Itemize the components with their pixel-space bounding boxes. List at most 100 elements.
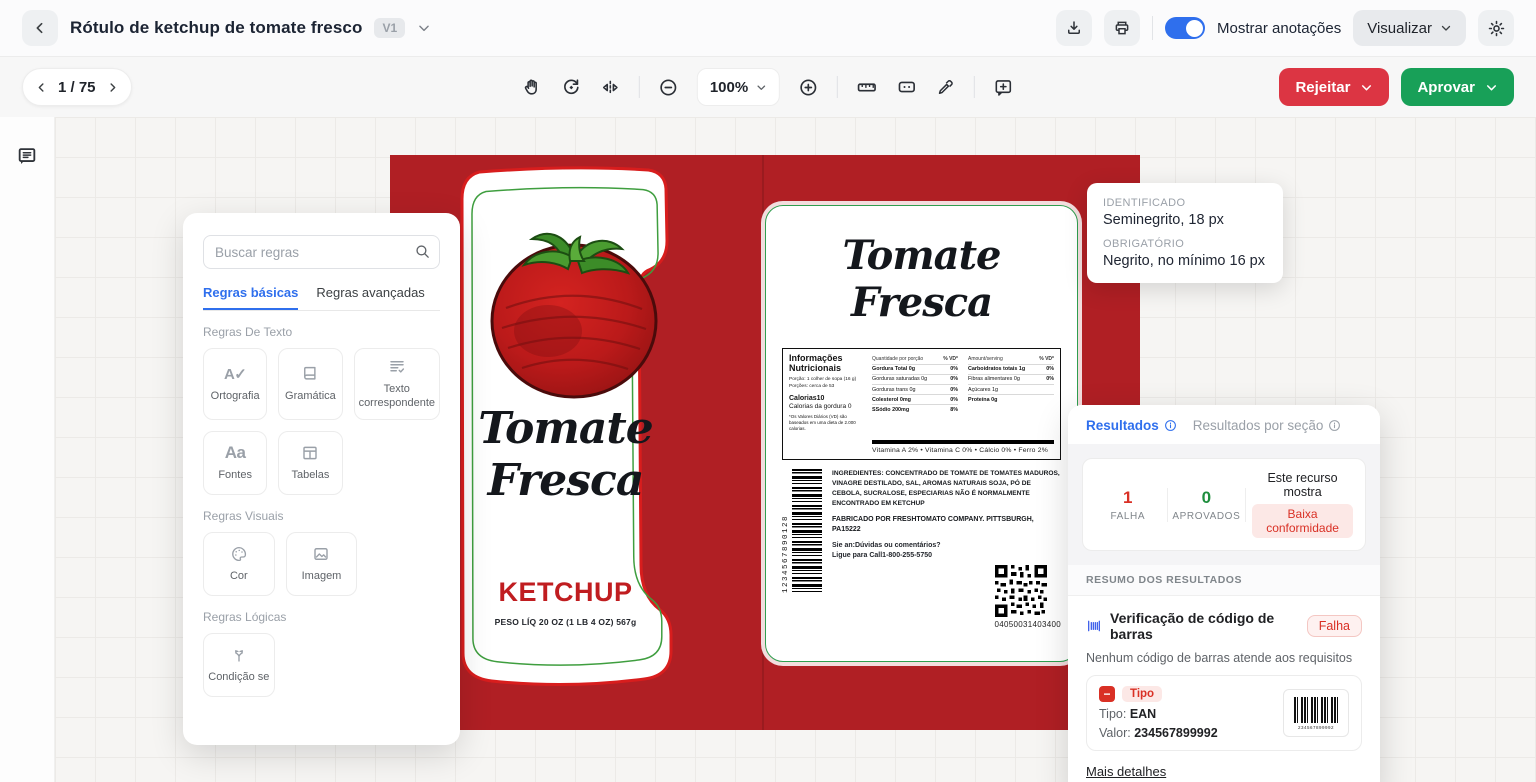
rule-tile-color[interactable]: Cor [203, 532, 275, 596]
ruler-tool-button[interactable] [856, 76, 878, 98]
reject-label: Rejeitar [1295, 79, 1350, 96]
back-title-line1: Tomate [782, 232, 1061, 279]
header-divider [1152, 16, 1153, 40]
contact-text: Sie an:Dúvidas ou comentários? Ligue par… [832, 541, 1061, 561]
more-details-link[interactable]: Mais detalhes [1086, 764, 1166, 779]
barcode-type: Tipo: EAN [1099, 707, 1275, 721]
dimension-box-icon [896, 76, 918, 98]
rule-tile-fonts[interactable]: Aa Fontes [203, 431, 267, 495]
fonts-icon: Aa [225, 443, 246, 463]
barcode-check-icon [1086, 618, 1102, 634]
zoom-level-dropdown[interactable]: 100% [697, 68, 780, 106]
show-annotations-toggle[interactable] [1165, 17, 1205, 39]
barcode-thumbnail-stripes [1294, 697, 1338, 723]
rule-tile-image[interactable]: Imagem [286, 532, 358, 596]
rule-tile-condition[interactable]: Condição se [203, 633, 275, 697]
barcode-digits: 1234567890128 [782, 469, 790, 593]
rule-tile-grammar[interactable]: Gramática [278, 348, 342, 420]
section-title-visual-rules: Regras Visuais [203, 509, 440, 523]
toolbar-divider [639, 76, 640, 98]
front-title-line2: Fresca [450, 455, 681, 507]
manufacturer-text: FABRICADO POR FRESHTOMATO COMPANY. PITTS… [832, 515, 1061, 536]
annotation-sidebar [0, 117, 55, 782]
serving-size: Porção: 1 colher de sopa (16 g) [789, 377, 865, 384]
comment-plus-icon [993, 77, 1014, 98]
qr-code [995, 565, 1047, 617]
prev-page-button[interactable] [35, 81, 48, 94]
section-title-text-rules: Regras De Texto [203, 325, 440, 339]
ruler-icon [856, 76, 878, 98]
tab-results[interactable]: Resultados [1086, 418, 1177, 433]
comments-icon[interactable] [16, 145, 38, 167]
stat-approved: 0 APROVADOS [1168, 488, 1247, 522]
tab-results-by-section[interactable]: Resultados por seção [1193, 418, 1342, 433]
front-title-line1: Tomate [450, 403, 681, 455]
required-label: OBRIGATÓRIO [1103, 238, 1267, 250]
fail-label: FALHA [1093, 511, 1163, 522]
rotate-tool-button[interactable] [561, 77, 582, 98]
pan-tool-button[interactable] [522, 77, 543, 98]
show-annotations-label: Mostrar anotações [1217, 20, 1341, 37]
product-name: KETCHUP [450, 577, 681, 608]
results-tabs: Resultados Resultados por seção [1068, 405, 1380, 444]
download-button[interactable] [1056, 10, 1092, 46]
measure-tool-button[interactable] [896, 76, 918, 98]
next-page-button[interactable] [106, 81, 119, 94]
ean-barcode: 1234567890128 [782, 469, 822, 593]
version-badge[interactable]: V1 [374, 18, 405, 38]
nutrition-col2: Amount/serving% VD* Carboidratos totais … [968, 354, 1054, 437]
identified-label: IDENTIFICADO [1103, 197, 1267, 209]
flip-tool-button[interactable] [600, 77, 621, 98]
rule-tile-tables[interactable]: Tabelas [278, 431, 342, 495]
rules-panel: Regras básicas Regras avançadas Regras D… [183, 213, 460, 745]
tomato-illustration [476, 213, 671, 408]
review-actions: Rejeitar Aprovar [1279, 68, 1514, 106]
nutrition-facts: Informações Nutricionais Porção: 1 colhe… [782, 348, 1061, 460]
chevron-down-icon[interactable] [417, 21, 431, 35]
info-icon [1328, 419, 1341, 432]
barcode-issue-card[interactable]: − Tipo Tipo: EAN Valor: 234567899992 234… [1086, 675, 1362, 751]
print-button[interactable] [1104, 10, 1140, 46]
page-indicator: 1 / 75 [58, 79, 96, 96]
nutrition-heading: Informações Nutricionais [789, 354, 865, 374]
chevron-left-icon [32, 20, 48, 36]
search-input[interactable] [203, 235, 440, 269]
tab-basic-rules[interactable]: Regras básicas [203, 285, 298, 310]
add-comment-button[interactable] [993, 77, 1014, 98]
document-toolbar: 1 / 75 100% [0, 57, 1536, 117]
approve-button[interactable]: Aprovar [1401, 68, 1514, 106]
back-title: Tomate Fresca [782, 232, 1061, 326]
tab-advanced-rules[interactable]: Regras avançadas [316, 285, 424, 310]
approved-count: 0 [1172, 488, 1242, 508]
visualize-dropdown[interactable]: Visualizar [1353, 10, 1466, 46]
main-area: Tomate Fresca KETCHUP PESO LÍQ 20 OZ (1 … [0, 117, 1536, 782]
rule-tile-matching-text[interactable]: Texto correspondente [354, 348, 440, 420]
rule-tile-spelling[interactable]: A✓ Ortografia [203, 348, 267, 420]
settings-button[interactable] [1478, 10, 1514, 46]
zoom-out-button[interactable] [658, 77, 679, 98]
nutrition-left-column: Informações Nutricionais Porção: 1 colhe… [789, 354, 865, 454]
toolbar-divider [837, 76, 838, 98]
back-button[interactable] [22, 10, 58, 46]
chevron-right-icon [106, 81, 119, 94]
annotation-tooltip: IDENTIFICADO Seminegrito, 18 px OBRIGATÓ… [1087, 183, 1283, 283]
identified-value: Seminegrito, 18 px [1103, 212, 1267, 228]
eyedropper-tool-button[interactable] [936, 77, 956, 97]
chevron-down-icon [756, 82, 767, 93]
toggle-knob [1186, 20, 1203, 37]
check-title: Verificação de código de barras [1110, 610, 1299, 642]
zoom-out-icon [658, 77, 679, 98]
approved-label: APROVADOS [1172, 511, 1242, 522]
qr-number: 04050031403400 [995, 620, 1062, 629]
nutrition-divider-bar [872, 440, 1054, 444]
back-label: Tomate Fresca Informações Nutricionais P… [765, 205, 1078, 662]
reject-button[interactable]: Rejeitar [1279, 68, 1389, 106]
front-label: Tomate Fresca KETCHUP PESO LÍQ 20 OZ (1 … [450, 165, 695, 692]
zoom-in-button[interactable] [798, 77, 819, 98]
search-icon [414, 243, 431, 260]
document-canvas[interactable]: Tomate Fresca KETCHUP PESO LÍQ 20 OZ (1 … [55, 117, 1536, 782]
required-value: Negrito, no mínimo 16 px [1103, 253, 1267, 269]
servings-per: Porções: cerca de 53 [789, 384, 865, 391]
back-title-line2: Fresca [782, 279, 1061, 326]
book-icon [301, 364, 319, 384]
